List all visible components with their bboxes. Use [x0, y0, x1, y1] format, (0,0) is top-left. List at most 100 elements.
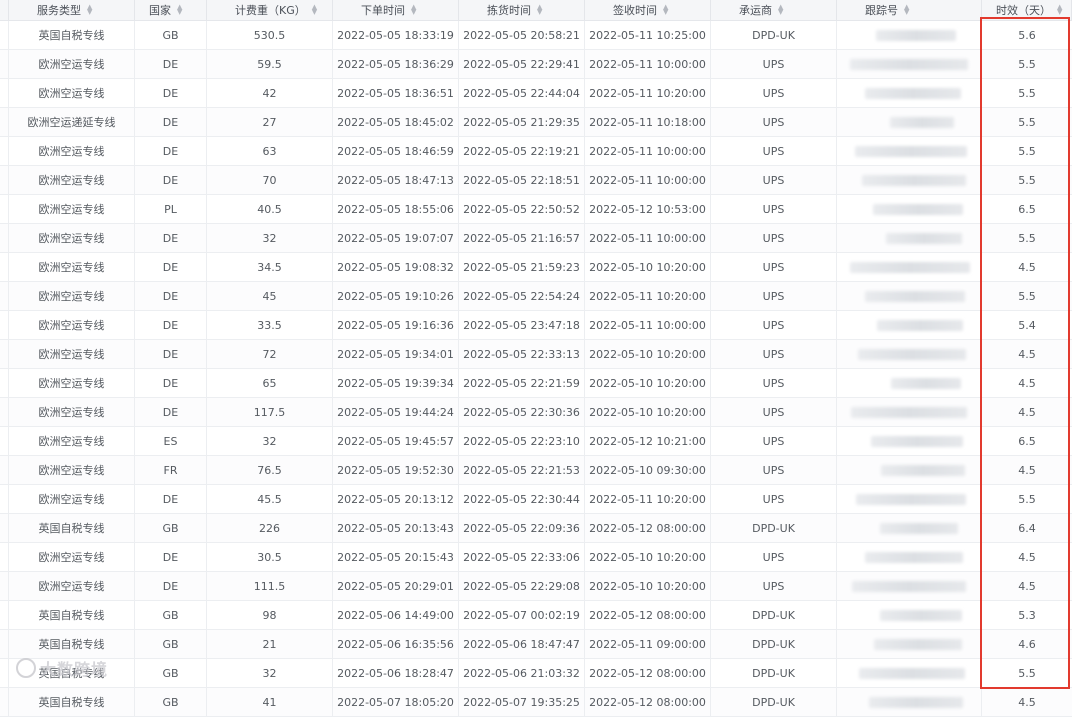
cell-sign-time: 2022-05-12 08:00:00: [585, 514, 711, 542]
cell-weight: 76.5: [207, 456, 333, 484]
cell-sign-time: 2022-05-10 10:20:00: [585, 572, 711, 600]
cell-carrier: DPD-UK: [711, 659, 837, 687]
cell-pick-time: 2022-05-05 22:23:10: [459, 427, 585, 455]
row-select-spacer: [0, 688, 9, 716]
table-row[interactable]: 欧洲空运专线 DE 111.5 2022-05-05 20:29:01 2022-05-…: [0, 572, 1072, 601]
cell-weight: 41: [207, 688, 333, 716]
table-row[interactable]: 英国自税专线 GB 21 2022-05-06 16:35:56 2022-05-06 …: [0, 630, 1072, 659]
cell-country: DE: [135, 398, 207, 426]
cell-country: DE: [135, 282, 207, 310]
sort-icon[interactable]: ▲ ▼: [537, 4, 542, 16]
cell-carrier: UPS: [711, 108, 837, 136]
table-row[interactable]: 欧洲空运专线 DE 72 2022-05-05 19:34:01 2022-05-05 …: [0, 340, 1072, 369]
cell-sign-time: 2022-05-11 10:00:00: [585, 50, 711, 78]
table-row[interactable]: 欧洲空运专线 DE 42 2022-05-05 18:36:51 2022-05-05 …: [0, 79, 1072, 108]
cell-tracking-number: [837, 427, 982, 455]
cell-carrier: DPD-UK: [711, 630, 837, 658]
table-row[interactable]: 英国自税专线 GB 32 2022-05-06 18:28:47 2022-05-06 …: [0, 659, 1072, 688]
table-row[interactable]: 欧洲空运专线 DE 117.5 2022-05-05 19:44:24 2022-05-…: [0, 398, 1072, 427]
sort-icon[interactable]: ▲ ▼: [87, 4, 92, 16]
cell-country: DE: [135, 50, 207, 78]
redacted-tracking-number: [855, 145, 967, 157]
cell-pick-time: 2022-05-05 21:29:35: [459, 108, 585, 136]
cell-sign-time: 2022-05-11 10:20:00: [585, 79, 711, 107]
cell-weight: 34.5: [207, 253, 333, 281]
header-delivery-days[interactable]: 时效（天） ▲ ▼: [982, 0, 1072, 20]
row-select-spacer: [0, 108, 9, 136]
table-row[interactable]: 欧洲空运专线 FR 76.5 2022-05-05 19:52:30 2022-05-0…: [0, 456, 1072, 485]
cell-delivery-days: 6.5: [1018, 434, 1036, 448]
header-order-time[interactable]: 下单时间 ▲ ▼: [333, 0, 459, 20]
redacted-tracking-number: [850, 58, 968, 70]
cell-carrier: DPD-UK: [711, 688, 837, 716]
cell-delivery-days: 5.5: [1018, 173, 1036, 187]
table-row[interactable]: 欧洲空运专线 DE 32 2022-05-05 19:07:07 2022-05-05 …: [0, 224, 1072, 253]
sort-icon[interactable]: ▲ ▼: [1057, 4, 1062, 16]
cell-tracking-number: [837, 166, 982, 194]
table-row[interactable]: 欧洲空运专线 PL 40.5 2022-05-05 18:55:06 2022-05-0…: [0, 195, 1072, 224]
row-select-spacer: [0, 79, 9, 107]
cell-pick-time: 2022-05-05 21:59:23: [459, 253, 585, 281]
header-carrier[interactable]: 承运商 ▲ ▼: [711, 0, 837, 20]
cell-pick-time: 2022-05-05 22:19:21: [459, 137, 585, 165]
table-row[interactable]: 欧洲空运专线 DE 33.5 2022-05-05 19:16:36 2022-05-0…: [0, 311, 1072, 340]
cell-service-type: 欧洲空运专线: [9, 195, 135, 223]
table-row[interactable]: 英国自税专线 GB 530.5 2022-05-05 18:33:19 2022-05-…: [0, 21, 1072, 50]
cell-carrier: UPS: [711, 253, 837, 281]
table-row[interactable]: 欧洲空运专线 ES 32 2022-05-05 19:45:57 2022-05-05 …: [0, 427, 1072, 456]
redacted-tracking-number: [877, 319, 963, 331]
cell-order-time: 2022-05-05 19:07:07: [333, 224, 459, 252]
cell-weight: 65: [207, 369, 333, 397]
sort-icon[interactable]: ▲ ▼: [904, 4, 909, 16]
table-row[interactable]: 欧洲空运专线 DE 34.5 2022-05-05 19:08:32 2022-05-0…: [0, 253, 1072, 282]
cell-country: FR: [135, 456, 207, 484]
header-pick-time[interactable]: 拣货时间 ▲ ▼: [459, 0, 585, 20]
cell-service-type: 欧洲空运专线: [9, 369, 135, 397]
cell-delivery-days: 4.6: [1018, 637, 1036, 651]
table-row[interactable]: 欧洲空运专线 DE 59.5 2022-05-05 18:36:29 2022-05-0…: [0, 50, 1072, 79]
table-row[interactable]: 英国自税专线 GB 98 2022-05-06 14:49:00 2022-05-07 …: [0, 601, 1072, 630]
table-row[interactable]: 欧洲空运专线 DE 63 2022-05-05 18:46:59 2022-05-05 …: [0, 137, 1072, 166]
table-row[interactable]: 欧洲空运专线 DE 30.5 2022-05-05 20:15:43 2022-05-0…: [0, 543, 1072, 572]
cell-delivery-days: 4.5: [1018, 550, 1036, 564]
cell-order-time: 2022-05-05 19:45:57: [333, 427, 459, 455]
cell-service-type: 欧洲空运专线: [9, 340, 135, 368]
header-country[interactable]: 国家 ▲ ▼: [135, 0, 207, 20]
row-select-spacer: [0, 21, 9, 49]
cell-sign-time: 2022-05-10 10:20:00: [585, 369, 711, 397]
cell-weight: 45: [207, 282, 333, 310]
redacted-tracking-number: [869, 696, 963, 708]
table-row[interactable]: 英国自税专线 GB 41 2022-05-07 18:05:20 2022-05-07 …: [0, 688, 1072, 717]
table-row[interactable]: 欧洲空运递延专线 DE 27 2022-05-05 18:45:02 2022-05-0…: [0, 108, 1072, 137]
cell-sign-time: 2022-05-10 10:20:00: [585, 543, 711, 571]
cell-carrier: UPS: [711, 79, 837, 107]
cell-pick-time: 2022-05-06 21:03:32: [459, 659, 585, 687]
cell-pick-time: 2022-05-05 22:30:44: [459, 485, 585, 513]
redacted-tracking-number: [881, 464, 965, 476]
row-select-spacer: [0, 50, 9, 78]
sort-icon[interactable]: ▲ ▼: [778, 4, 783, 16]
header-weight[interactable]: 计费重（KG） ▲ ▼: [207, 0, 333, 20]
cell-service-type: 英国自税专线: [9, 630, 135, 658]
sort-icon[interactable]: ▲ ▼: [312, 4, 317, 16]
cell-pick-time: 2022-05-05 20:58:21: [459, 21, 585, 49]
header-sign-time[interactable]: 签收时间 ▲ ▼: [585, 0, 711, 20]
table-row[interactable]: 英国自税专线 GB 226 2022-05-05 20:13:43 2022-05-05…: [0, 514, 1072, 543]
table-row[interactable]: 欧洲空运专线 DE 65 2022-05-05 19:39:34 2022-05-05 …: [0, 369, 1072, 398]
row-select-spacer: [0, 456, 9, 484]
redacted-tracking-number: [886, 232, 962, 244]
sort-icon[interactable]: ▲ ▼: [663, 4, 668, 16]
header-service-type[interactable]: 服务类型 ▲ ▼: [9, 0, 135, 20]
table-row[interactable]: 欧洲空运专线 DE 45.5 2022-05-05 20:13:12 2022-05-0…: [0, 485, 1072, 514]
header-tracking-number[interactable]: 跟踪号 ▲ ▼: [837, 0, 982, 20]
cell-pick-time: 2022-05-05 22:21:59: [459, 369, 585, 397]
row-select-spacer: [0, 572, 9, 600]
table-row[interactable]: 欧洲空运专线 DE 45 2022-05-05 19:10:26 2022-05-05 …: [0, 282, 1072, 311]
cell-order-time: 2022-05-05 18:33:19: [333, 21, 459, 49]
sort-icon[interactable]: ▲ ▼: [177, 4, 182, 16]
sort-icon[interactable]: ▲ ▼: [411, 4, 416, 16]
cell-tracking-number: [837, 456, 982, 484]
table-row[interactable]: 欧洲空运专线 DE 70 2022-05-05 18:47:13 2022-05-05 …: [0, 166, 1072, 195]
cell-pick-time: 2022-05-05 22:54:24: [459, 282, 585, 310]
cell-sign-time: 2022-05-10 10:20:00: [585, 340, 711, 368]
